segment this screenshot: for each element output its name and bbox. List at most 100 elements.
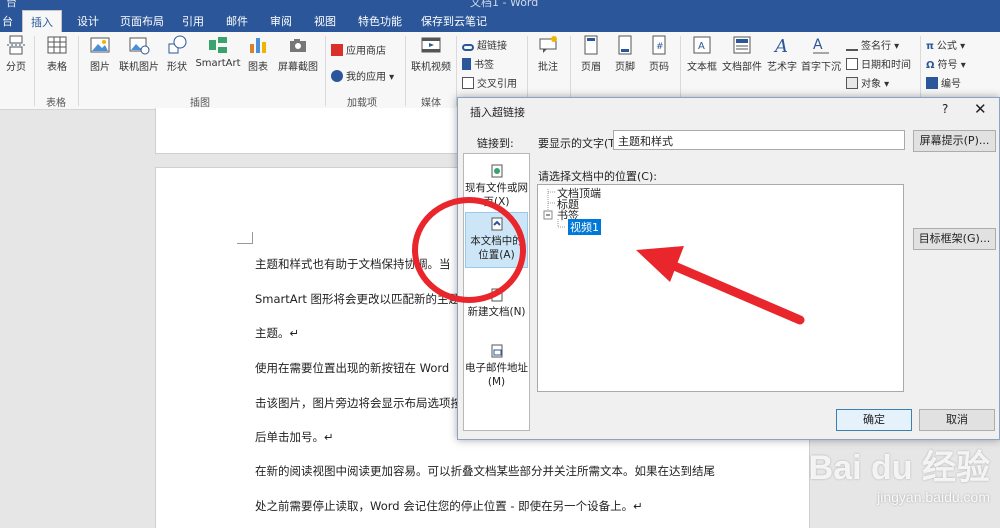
drop-cap-icon: A [813, 37, 829, 54]
quick-access-text: 台 [6, 0, 17, 8]
chart-icon [250, 38, 266, 53]
screen-tip-button[interactable]: 屏幕提示(P)... [913, 130, 996, 152]
date-time-label: 日期和时间 [861, 60, 911, 71]
quick-parts-label: 文档部件 [722, 62, 762, 73]
globe-file-icon [491, 164, 502, 178]
watermark-url: jingyan.baidu.com [877, 489, 990, 505]
wordart-label: 艺术字 [767, 62, 797, 73]
cross-reference-button[interactable]: 交叉引用 [462, 75, 517, 90]
symbol-button[interactable]: Ω 符号 ▾ [926, 56, 966, 71]
dialog-title: 插入超链接 [470, 106, 525, 119]
text-box-label: 文本框 [687, 62, 717, 73]
doc-line: 主题。↵ [255, 326, 300, 340]
video-icon [421, 37, 441, 53]
doc-line: 后单击加号。↵ [255, 430, 334, 444]
online-picture-button[interactable]: 联机图片 [118, 32, 160, 73]
doc-line: 处之前需要停止读取，Word 会记住您的停止位置 - 即使在另一个设备上。↵ [255, 499, 643, 513]
bookmark-label: 书签 [474, 60, 494, 71]
group-label-tables: 表格 [46, 98, 66, 109]
pi-icon: π [926, 41, 934, 52]
object-button[interactable]: 对象 ▾ [846, 75, 889, 90]
wordart-button[interactable]: A 艺术字 [764, 32, 800, 73]
page-number-icon: # [652, 35, 666, 55]
tab-design[interactable]: 设计 [77, 13, 99, 29]
numbering-label: 编号 [941, 79, 961, 90]
close-button[interactable]: ✕ [974, 100, 987, 118]
tab-partial[interactable]: 台 [2, 13, 13, 29]
tab-page-layout[interactable]: 页面布局 [120, 13, 164, 29]
text-box-icon: A [693, 36, 711, 54]
display-text-input[interactable]: 主题和样式 [613, 130, 905, 150]
document-place-tree[interactable]: 文档顶端 标题 书签 视频1 [537, 184, 904, 392]
link-to-place-in-document[interactable]: 本文档中的位置(A) [465, 212, 528, 268]
tab-view[interactable]: 视图 [314, 13, 336, 29]
omega-icon: Ω [926, 60, 935, 71]
new-document-label: 新建文档(N) [467, 306, 526, 318]
group-separator [456, 36, 457, 106]
shapes-label: 形状 [167, 62, 187, 73]
picture-button[interactable]: 图片 [85, 32, 115, 73]
quick-parts-icon [733, 36, 751, 54]
page-number-button[interactable]: # 页码 [644, 32, 674, 73]
tab-special[interactable]: 特色功能 [358, 13, 402, 29]
ok-button[interactable]: 确定 [836, 409, 912, 431]
comment-button[interactable]: 批注 [533, 32, 563, 73]
insert-hyperlink-dialog: 插入超链接 ? ✕ 链接到: 现有文件或网页(X) 本文档中的位置(A) 新建文… [457, 97, 1000, 440]
header-button[interactable]: 页眉 [576, 32, 606, 73]
smartart-button[interactable]: SmartArt [195, 32, 241, 69]
tab-references[interactable]: 引用 [182, 13, 204, 29]
new-document-icon [491, 288, 502, 302]
ribbon-tab-row: 台 插入 设计 页面布局 引用 邮件 审阅 视图 特色功能 保存到云笔记 [0, 8, 1000, 32]
doc-line: 在新的阅读视图中阅读更加容易。可以折叠文档某些部分并关注所需文本。如果在达到结尾 [255, 464, 715, 478]
tab-save-cloud[interactable]: 保存到云笔记 [421, 13, 487, 29]
smartart-label: SmartArt [195, 58, 241, 69]
link-to-panel: 现有文件或网页(X) 本文档中的位置(A) 新建文档(N) 电子邮件地址(M) [463, 153, 530, 431]
my-apps-button[interactable]: 我的应用 ▾ [331, 68, 394, 83]
numbering-icon [926, 77, 938, 89]
help-button[interactable]: ? [942, 102, 948, 116]
target-frame-button[interactable]: 目标框架(G)... [913, 228, 996, 250]
object-label: 对象 [861, 79, 881, 90]
group-label-illustrations: 插图 [190, 98, 210, 109]
hyperlink-label: 超链接 [477, 41, 507, 52]
screenshot-button[interactable]: 屏幕截图 [275, 32, 321, 73]
group-separator [405, 36, 406, 106]
cross-reference-icon [462, 77, 474, 89]
online-video-button[interactable]: 联机视频 [410, 32, 452, 73]
calendar-icon [846, 58, 858, 70]
bookmark-button[interactable]: 书签 [462, 56, 494, 71]
my-apps-icon [331, 70, 343, 82]
group-label-addins: 加载项 [347, 98, 377, 109]
signature-icon [846, 39, 858, 51]
email-icon [491, 344, 502, 358]
link-to-new-document[interactable]: 新建文档(N) [465, 284, 528, 326]
store-button[interactable]: 应用商店 [331, 42, 386, 57]
tab-mailings[interactable]: 邮件 [226, 13, 248, 29]
equation-button[interactable]: π 公式 ▾ [926, 37, 965, 52]
tree-item-bookmark-selected[interactable]: 视频1 [568, 219, 601, 235]
page-break-button[interactable]: 分页 [2, 32, 30, 73]
link-to-existing-file[interactable]: 现有文件或网页(X) [465, 160, 528, 208]
cross-reference-label: 交叉引用 [477, 79, 517, 90]
chart-button[interactable]: 图表 [244, 32, 272, 73]
link-to-email-address[interactable]: 电子邮件地址(M) [465, 340, 528, 388]
group-separator [920, 36, 921, 106]
drop-cap-button[interactable]: A 首字下沉 [801, 32, 841, 73]
group-separator [78, 36, 79, 106]
cancel-button[interactable]: 取消 [919, 409, 995, 431]
place-in-document-label: 本文档中的位置(A) [470, 235, 523, 261]
numbering-button[interactable]: 编号 [926, 75, 961, 90]
signature-line-button[interactable]: 签名行 ▾ [846, 37, 899, 52]
page-break-icon [7, 35, 25, 55]
tab-insert[interactable]: 插入 [22, 10, 62, 32]
equation-label: 公式 [936, 41, 957, 52]
shapes-button[interactable]: 形状 [162, 32, 192, 73]
hyperlink-button[interactable]: 超链接 [462, 37, 507, 52]
date-time-button[interactable]: 日期和时间 [846, 56, 911, 71]
table-button[interactable]: 表格 [42, 32, 72, 73]
text-box-button[interactable]: A 文本框 [684, 32, 720, 73]
quick-parts-button[interactable]: 文档部件 [722, 32, 762, 73]
tab-review[interactable]: 审阅 [270, 13, 292, 29]
page-number-label: 页码 [649, 62, 669, 73]
footer-button[interactable]: 页脚 [610, 32, 640, 73]
